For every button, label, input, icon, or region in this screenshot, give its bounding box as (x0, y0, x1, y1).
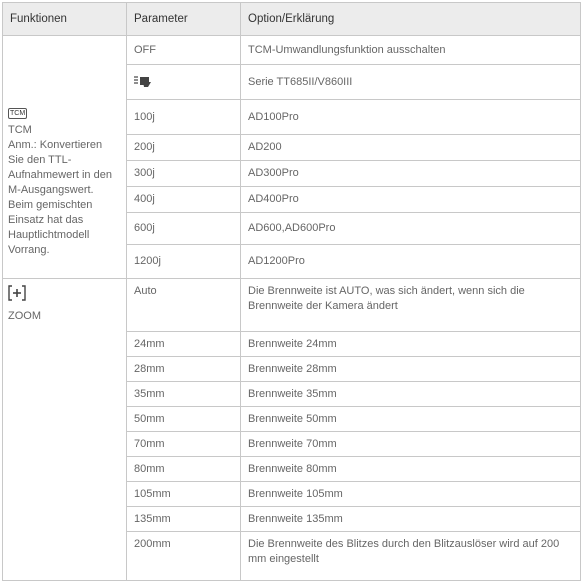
desc-cell: Brennweite 80mm (240, 456, 581, 482)
tcm-function-cell: TCM TCM Anm.: Konvertieren Sie den TTL-A… (2, 35, 127, 279)
desc-cell: Die Brennweite ist AUTO, was sich ändert… (240, 278, 581, 332)
desc-cell: Brennweite 105mm (240, 481, 581, 507)
desc-cell: AD300Pro (240, 160, 581, 187)
tcm-label: TCM (8, 124, 32, 136)
header-functions: Funktionen (2, 2, 127, 36)
desc-cell: Brennweite 28mm (240, 356, 581, 382)
high-speed-sync-icon (134, 76, 151, 88)
param-cell: Auto (126, 278, 241, 332)
tcm-icon: TCM (8, 108, 28, 119)
param-cell: 28mm (126, 356, 241, 382)
param-cell: 200mm (126, 531, 241, 581)
zoom-function-cell: ZOOM (2, 278, 127, 581)
tcm-note: Anm.: Konvertieren Sie den TTL-Aufnahmew… (8, 139, 112, 256)
param-cell: 100j (126, 99, 241, 135)
desc-cell: Serie TT685II/V860III (240, 64, 581, 100)
desc-cell: AD200 (240, 134, 581, 161)
desc-cell: Brennweite 70mm (240, 431, 581, 457)
desc-cell: AD400Pro (240, 186, 581, 213)
param-cell: 24mm (126, 331, 241, 357)
function-table: Funktionen Parameter Option/Erklärung TC… (2, 2, 581, 581)
param-cell: 80mm (126, 456, 241, 482)
param-cell (126, 64, 241, 100)
param-cell: 70mm (126, 431, 241, 457)
table-row: TCM TCM Anm.: Konvertieren Sie den TTL-A… (2, 35, 581, 279)
header-option: Option/Erklärung (240, 2, 581, 36)
table-row: ZOOM Auto Die Brennweite ist AUTO, was s… (2, 278, 581, 581)
param-cell: 35mm (126, 381, 241, 407)
desc-cell: AD600,AD600Pro (240, 212, 581, 245)
param-cell: 105mm (126, 481, 241, 507)
param-cell: 200j (126, 134, 241, 161)
desc-cell: Die Brennweite des Blitzes durch den Bli… (240, 531, 581, 581)
desc-cell: Brennweite 24mm (240, 331, 581, 357)
param-cell: OFF (126, 35, 241, 65)
table-header-row: Funktionen Parameter Option/Erklärung (2, 2, 581, 36)
param-cell: 1200j (126, 244, 241, 279)
param-cell: 400j (126, 186, 241, 213)
desc-cell: AD100Pro (240, 99, 581, 135)
param-cell: 300j (126, 160, 241, 187)
header-parameter: Parameter (126, 2, 241, 36)
param-cell: 50mm (126, 406, 241, 432)
desc-cell: AD1200Pro (240, 244, 581, 279)
desc-cell: TCM-Umwandlungsfunktion ausschalten (240, 35, 581, 65)
desc-cell: Brennweite 135mm (240, 506, 581, 532)
param-cell: 135mm (126, 506, 241, 532)
desc-cell: Brennweite 35mm (240, 381, 581, 407)
zoom-label: ZOOM (8, 310, 41, 322)
desc-cell: Brennweite 50mm (240, 406, 581, 432)
zoom-plus-icon (8, 285, 26, 301)
param-cell: 600j (126, 212, 241, 245)
